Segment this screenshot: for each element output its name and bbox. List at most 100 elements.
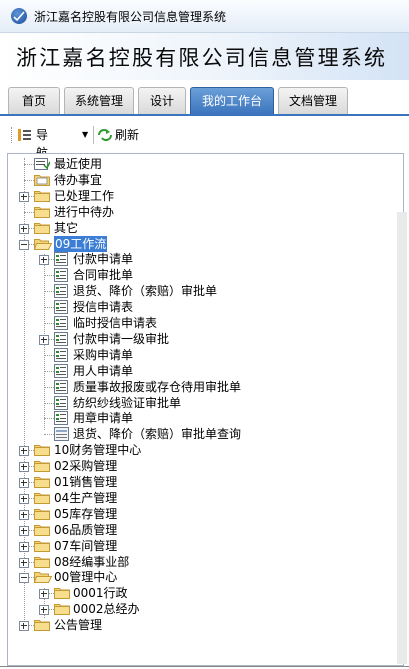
tree-node[interactable]: 已处理工作 [8, 188, 398, 204]
tree-node[interactable]: 用章申请单 [8, 410, 398, 426]
tree-node-label: 用人申请单 [73, 364, 134, 378]
tree-connector [24, 212, 34, 214]
tree-connector [44, 387, 54, 389]
tree-node-label: 退货、降价（索赔）审批单 [73, 284, 218, 298]
tree-connector [44, 355, 54, 357]
tree-node[interactable]: 0001行政 [8, 585, 398, 601]
chevron-down-icon: ▼ [82, 130, 89, 139]
tree-node-label: 公告管理 [54, 618, 103, 632]
tree-node[interactable]: 付款申请一级审批 [8, 331, 398, 347]
collapse-icon[interactable] [19, 240, 29, 250]
tab-underline [0, 114, 409, 116]
header-banner: 浙江嘉名控股有限公司信息管理系统 [0, 33, 409, 81]
tree-node-label: 付款申请单 [73, 252, 134, 266]
tab-document-management[interactable]: 文档管理 [278, 87, 348, 115]
tree-connector [44, 307, 54, 309]
tree-node-label: 其它 [54, 221, 79, 235]
expand-icon[interactable] [19, 462, 29, 472]
tree-node[interactable]: 00管理中心 [8, 569, 398, 585]
expand-icon[interactable] [19, 526, 29, 536]
tree-node[interactable]: 10财务管理中心 [8, 442, 398, 458]
tree-node-label: 07车间管理 [54, 539, 118, 553]
expand-icon[interactable] [19, 621, 29, 631]
tree-node-label: 质量事故报废或存仓待用审批单 [73, 380, 242, 394]
tree-node[interactable]: 质量事故报废或存仓待用审批单 [8, 379, 398, 395]
expand-icon[interactable] [39, 255, 49, 265]
tree-node[interactable]: 其它 [8, 220, 398, 236]
tree-node-label: 04生产管理 [54, 491, 118, 505]
vertical-scrollbar[interactable] [397, 212, 407, 664]
expand-icon[interactable] [19, 446, 29, 456]
expand-icon[interactable] [19, 510, 29, 520]
tree-node-label: 临时授信申请表 [73, 316, 158, 330]
title-bar: 浙江嘉名控股有限公司信息管理系统 [0, 0, 409, 33]
tab-my-workbench[interactable]: 我的工作台 [190, 87, 274, 115]
tree-node[interactable]: 01销售管理 [8, 474, 398, 490]
expand-icon[interactable] [19, 558, 29, 568]
expand-icon[interactable] [19, 224, 29, 234]
tree-node-label: 进行中待办 [54, 205, 115, 219]
tree-node-label: 01销售管理 [54, 475, 118, 489]
navigation-tree: 最近使用 待办事宜 已处理工作 进行中待办 其它 09工作流 付款申请单 合同审批单 退货、降价… [7, 153, 404, 666]
tree-node-label: 08经编事业部 [54, 555, 130, 569]
tree-node-label: 02采购管理 [54, 459, 118, 473]
expand-icon[interactable] [19, 192, 29, 202]
tree-node[interactable]: 09工作流 [8, 236, 398, 252]
tree-node[interactable]: 07车间管理 [8, 538, 398, 554]
tree-node-label: 10财务管理中心 [54, 443, 142, 457]
tree-node[interactable]: 待办事宜 [8, 172, 398, 188]
tree-node-label: 已处理工作 [54, 189, 115, 203]
tab-system-management[interactable]: 系统管理 [64, 87, 134, 115]
tree-node[interactable]: 授信申请表 [8, 299, 398, 315]
tree-connector [44, 291, 54, 293]
tree-node-label: 采购申请单 [73, 348, 134, 362]
app-logo-icon [11, 8, 27, 24]
tree-node-label: 纺织纱线验证审批单 [73, 396, 182, 410]
folder-icon [34, 618, 50, 635]
tree-node[interactable]: 采购申请单 [8, 347, 398, 363]
tree-connector [44, 418, 54, 420]
tree-node-label: 0001行政 [73, 586, 128, 600]
tree-connector [44, 275, 54, 277]
toolbar: 导航图 ▼ 刷新 [0, 117, 409, 178]
tree-node[interactable]: 06品质管理 [8, 522, 398, 538]
status-divider [0, 666, 409, 667]
tree-node[interactable]: 公告管理 [8, 617, 398, 633]
tree-node-label: 0002总经办 [73, 602, 140, 616]
refresh-icon [98, 129, 112, 141]
tree-node[interactable]: 退货、降价（索赔）审批单查询 [8, 426, 398, 442]
collapse-icon[interactable] [19, 573, 29, 583]
tree-connector [44, 323, 54, 325]
tree-node[interactable]: 用人申请单 [8, 363, 398, 379]
tab-home[interactable]: 首页 [8, 87, 60, 115]
tree-node[interactable]: 最近使用 [8, 156, 398, 172]
tab-design[interactable]: 设计 [138, 87, 186, 115]
expand-icon[interactable] [39, 605, 49, 615]
tree-node-label: 最近使用 [54, 157, 103, 171]
tree-node[interactable]: 纺织纱线验证审批单 [8, 395, 398, 411]
tree-node[interactable]: 04生产管理 [8, 490, 398, 506]
tree-node[interactable]: 临时授信申请表 [8, 315, 398, 331]
tree-connector [44, 434, 54, 436]
tree-node-label: 退货、降价（索赔）审批单查询 [73, 427, 242, 441]
toolbar-grip[interactable] [11, 127, 14, 143]
tree-node-label: 05库存管理 [54, 507, 118, 521]
expand-icon[interactable] [19, 542, 29, 552]
nav-map-icon [18, 129, 31, 141]
tree-node[interactable]: 付款申请单 [8, 251, 398, 267]
expand-icon[interactable] [19, 494, 29, 504]
tree-node[interactable]: 0002总经办 [8, 601, 398, 617]
tree-node[interactable]: 02采购管理 [8, 458, 398, 474]
tree-node[interactable]: 退货、降价（索赔）审批单 [8, 283, 398, 299]
tree-node[interactable]: 合同审批单 [8, 267, 398, 283]
tree-node-label: 09工作流 [54, 236, 108, 252]
tree-connector [24, 180, 34, 182]
tree-node[interactable]: 05库存管理 [8, 506, 398, 522]
refresh-button[interactable]: 刷新 [97, 126, 147, 144]
expand-icon[interactable] [19, 478, 29, 488]
tree-node[interactable]: 08经编事业部 [8, 554, 398, 570]
expand-icon[interactable] [39, 589, 49, 599]
tree-node[interactable]: 进行中待办 [8, 204, 398, 220]
expand-icon[interactable] [39, 335, 49, 345]
refresh-label: 刷新 [115, 128, 140, 142]
